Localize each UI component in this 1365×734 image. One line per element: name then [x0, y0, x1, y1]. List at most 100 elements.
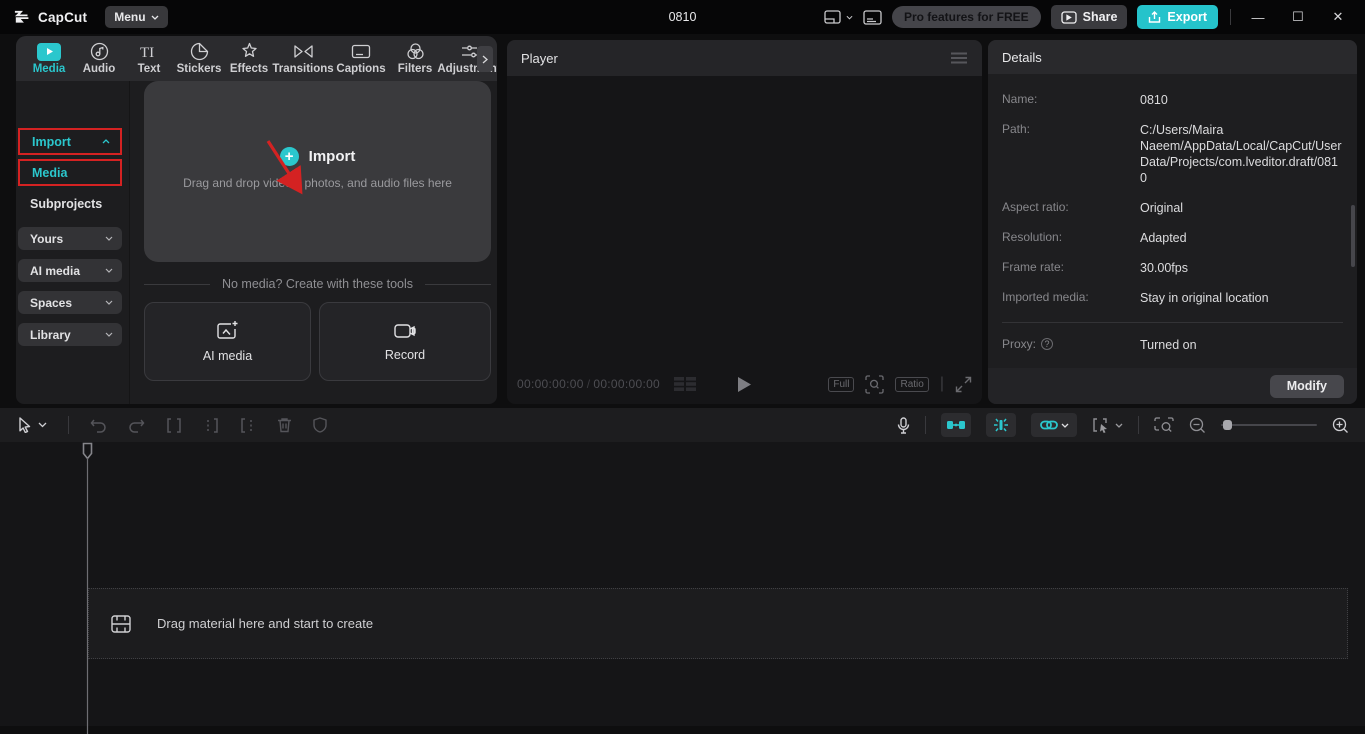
- tab-text[interactable]: TI Text: [124, 42, 174, 75]
- play-button[interactable]: [737, 376, 752, 393]
- preview-zoom-icon[interactable]: [865, 375, 884, 394]
- detail-row-proxy: Proxy: ? Turned on: [1002, 337, 1343, 353]
- chevron-down-icon: [105, 236, 113, 241]
- help-icon[interactable]: ?: [1041, 338, 1053, 350]
- auto-split-button[interactable]: [986, 413, 1016, 437]
- zoom-out-icon[interactable]: [1189, 417, 1206, 434]
- linking-button[interactable]: [1031, 413, 1077, 437]
- import-plus-icon[interactable]: +: [280, 147, 299, 166]
- adjustment-icon: [460, 42, 479, 61]
- film-icon: [111, 615, 131, 633]
- layout-switch-button[interactable]: [824, 10, 853, 25]
- sidebar-dropdown-library[interactable]: Library: [18, 323, 122, 346]
- timeline-dropzone[interactable]: Drag material here and start to create: [88, 588, 1348, 659]
- redo-icon[interactable]: [128, 418, 145, 433]
- timeline-track-area[interactable]: Drag material here and start to create: [0, 442, 1365, 726]
- mask-icon[interactable]: [313, 417, 327, 433]
- capcut-logo: CapCut: [14, 10, 87, 25]
- voiceover-mic-icon[interactable]: [897, 417, 910, 434]
- detail-row-imported-media: Imported media: Stay in original locatio…: [1002, 290, 1343, 306]
- proxy-value[interactable]: Turned on: [1140, 337, 1343, 353]
- imported-media-value[interactable]: Stay in original location: [1140, 290, 1343, 306]
- detail-row-aspect-ratio: Aspect ratio: Original: [1002, 200, 1343, 216]
- detail-row-frame-rate: Frame rate: 30.00fps: [1002, 260, 1343, 276]
- tab-stickers[interactable]: Stickers: [174, 42, 224, 75]
- player-title: Player: [521, 51, 558, 66]
- tab-transitions[interactable]: Transitions: [274, 42, 332, 75]
- timeline-toolbar: [0, 408, 1365, 442]
- preview-pages-icon[interactable]: [674, 377, 698, 391]
- magnetic-snap-button[interactable]: [941, 413, 971, 437]
- audio-icon: [90, 42, 109, 61]
- divider: [1138, 416, 1139, 434]
- close-button[interactable]: ✕: [1323, 5, 1353, 29]
- tab-filters[interactable]: Filters: [390, 42, 440, 75]
- tab-scroll-right-button[interactable]: [477, 46, 493, 72]
- delete-left-icon[interactable]: [203, 418, 219, 433]
- record-tool-button[interactable]: Record: [319, 302, 491, 381]
- chevron-down-icon: [105, 268, 113, 273]
- split-icon[interactable]: [166, 418, 182, 433]
- import-dropzone[interactable]: + Import Drag and drop videos, photos, a…: [144, 81, 491, 262]
- clip-select-icon: [1092, 417, 1110, 433]
- player-menu-icon[interactable]: [950, 52, 968, 64]
- sidebar-item-subprojects[interactable]: Subprojects: [30, 197, 102, 211]
- svg-text:TI: TI: [140, 45, 154, 61]
- timeline-zoom-slider[interactable]: [1221, 424, 1317, 426]
- export-icon: [1148, 11, 1161, 24]
- sidebar-item-import[interactable]: Import: [18, 128, 122, 155]
- menu-button[interactable]: Menu: [105, 6, 167, 28]
- select-clip-mode-button[interactable]: [1092, 417, 1123, 433]
- fullscreen-icon[interactable]: [955, 376, 972, 393]
- sidebar-item-media[interactable]: Media: [18, 159, 122, 186]
- captions-icon: [351, 42, 371, 61]
- filters-icon: [406, 42, 425, 61]
- details-panel: Details Name: 0810 Path: C:/Users/Maira …: [988, 40, 1357, 404]
- delete-icon[interactable]: [277, 417, 292, 433]
- delete-right-icon[interactable]: [240, 418, 256, 433]
- tab-captions[interactable]: Captions: [332, 42, 390, 75]
- zoom-slider-knob[interactable]: [1223, 420, 1232, 430]
- link-icon: [1040, 420, 1058, 430]
- media-icon: [37, 43, 61, 61]
- ai-media-icon: [216, 320, 239, 341]
- ratio-button[interactable]: Ratio: [895, 377, 928, 392]
- select-tool-button[interactable]: [18, 417, 47, 433]
- maximize-button[interactable]: ☐: [1283, 5, 1313, 29]
- pro-features-button[interactable]: Pro features for FREE: [892, 6, 1041, 28]
- player-header: Player: [507, 40, 982, 76]
- chevron-right-icon: [482, 55, 488, 64]
- zoom-in-icon[interactable]: [1332, 417, 1349, 434]
- details-title: Details: [988, 40, 1357, 74]
- effects-icon: [240, 42, 259, 61]
- details-scrollbar[interactable]: [1351, 205, 1355, 267]
- sidebar-dropdown-spaces[interactable]: Spaces: [18, 291, 122, 314]
- detail-row-path: Path: C:/Users/Maira Naeem/AppData/Local…: [1002, 122, 1343, 186]
- full-quality-button[interactable]: Full: [828, 377, 854, 392]
- ai-media-tool-button[interactable]: AI media: [144, 302, 311, 381]
- modify-button[interactable]: Modify: [1270, 375, 1344, 398]
- export-button[interactable]: Export: [1137, 5, 1218, 29]
- undo-icon[interactable]: [90, 418, 107, 433]
- resolution-value[interactable]: Adapted: [1140, 230, 1343, 246]
- record-camera-icon: [393, 322, 417, 340]
- transitions-icon: [293, 42, 314, 61]
- timeline-panel: Drag material here and start to create: [0, 408, 1365, 726]
- tab-audio[interactable]: Audio: [74, 42, 124, 75]
- sidebar-dropdown-yours[interactable]: Yours: [18, 227, 122, 250]
- preview-axis-icon[interactable]: [1154, 417, 1174, 433]
- media-panel: Media Audio TI Text Stickers Effects Tra…: [16, 36, 497, 404]
- title-bar: CapCut Menu 0810 Pro features for FREE S…: [0, 0, 1365, 34]
- chevron-down-icon: [1115, 423, 1123, 428]
- aspect-ratio-value[interactable]: Original: [1140, 200, 1343, 216]
- details-footer: Modify: [988, 368, 1357, 404]
- tab-media[interactable]: Media: [24, 43, 74, 75]
- media-tab-bar: Media Audio TI Text Stickers Effects Tra…: [16, 36, 497, 81]
- tab-effects[interactable]: Effects: [224, 42, 274, 75]
- panel-layout-button[interactable]: [863, 10, 882, 25]
- minimize-button[interactable]: —: [1243, 5, 1273, 29]
- capcut-logo-icon: [14, 10, 31, 25]
- share-button[interactable]: Share: [1051, 5, 1128, 29]
- sidebar-dropdown-ai-media[interactable]: AI media: [18, 259, 122, 282]
- frame-rate-value[interactable]: 30.00fps: [1140, 260, 1343, 276]
